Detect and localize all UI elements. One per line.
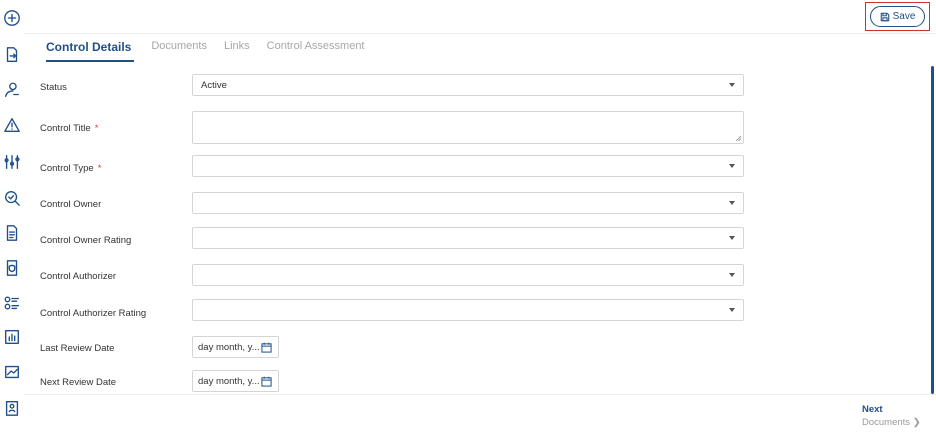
calendar-icon[interactable] — [261, 376, 272, 387]
chevron-down-icon — [729, 164, 735, 168]
report-chart-icon[interactable] — [2, 327, 22, 347]
shield-document-icon[interactable] — [2, 258, 22, 278]
last-review-date-placeholder: day month, y... — [198, 341, 260, 353]
calendar-icon[interactable] — [261, 342, 272, 353]
control-authorizer-rating-select[interactable] — [192, 299, 744, 321]
chevron-down-icon — [729, 201, 735, 205]
save-button-label: Save — [892, 11, 916, 22]
control-owner-rating-select[interactable] — [192, 227, 744, 249]
required-mark: * — [94, 123, 99, 134]
tab-bar: Control Details Documents Links Control … — [46, 40, 382, 62]
last-review-date-input[interactable]: day month, y... — [192, 336, 279, 358]
chevron-down-icon — [729, 308, 735, 312]
document-icon[interactable] — [2, 223, 22, 243]
chevron-right-icon: ❯ — [912, 417, 921, 428]
control-authorizer-label: Control Authorizer — [40, 271, 117, 282]
document-arrow-icon[interactable] — [2, 45, 22, 65]
control-owner-select[interactable] — [192, 192, 744, 214]
resize-handle-icon[interactable] — [735, 135, 741, 141]
tab-links[interactable]: Links — [224, 40, 250, 62]
next-review-date-label: Next Review Date — [40, 377, 117, 388]
sidebar — [0, 0, 24, 432]
scrollbar[interactable] — [931, 66, 934, 394]
next-review-date-placeholder: day month, y... — [198, 375, 260, 387]
required-mark: * — [97, 163, 102, 174]
save-icon — [880, 12, 889, 21]
tab-control-assessment[interactable]: Control Assessment — [267, 40, 365, 62]
footer-divider — [24, 394, 936, 395]
user-key-icon[interactable] — [2, 80, 22, 100]
next-target-label: Documents — [862, 417, 911, 428]
control-authorizer-select[interactable] — [192, 264, 744, 286]
chevron-down-icon — [729, 273, 735, 277]
tab-documents[interactable]: Documents — [151, 40, 207, 62]
checklist-icon[interactable] — [2, 293, 22, 313]
add-circle-icon[interactable] — [2, 8, 22, 28]
control-authorizer-rating-label: Control Authorizer Rating — [40, 308, 147, 319]
next-review-date-input[interactable]: day month, y... — [192, 370, 279, 392]
trend-chart-icon[interactable] — [2, 362, 22, 382]
control-owner-rating-label: Control Owner Rating — [40, 235, 132, 246]
control-owner-label: Control Owner — [40, 199, 102, 210]
top-bar — [24, 0, 936, 34]
profile-card-icon[interactable] — [2, 398, 22, 418]
sliders-icon[interactable] — [2, 152, 22, 172]
tab-control-details[interactable]: Control Details — [46, 40, 135, 62]
search-check-icon[interactable] — [2, 188, 22, 208]
chevron-down-icon — [729, 83, 735, 87]
save-button[interactable]: Save — [870, 6, 925, 27]
control-type-select[interactable] — [192, 155, 744, 177]
status-value: Active — [201, 79, 227, 91]
control-type-label: Control Type * — [40, 163, 102, 174]
control-title-textarea[interactable] — [192, 111, 744, 144]
next-label: Next — [862, 404, 883, 415]
control-title-label: Control Title * — [40, 123, 99, 134]
warning-icon[interactable] — [2, 115, 22, 135]
chevron-down-icon — [729, 236, 735, 240]
status-label: Status — [40, 82, 67, 93]
next-documents-link[interactable]: Documents ❯ — [862, 417, 921, 428]
last-review-date-label: Last Review Date — [40, 343, 115, 354]
status-select[interactable]: Active — [192, 74, 744, 96]
